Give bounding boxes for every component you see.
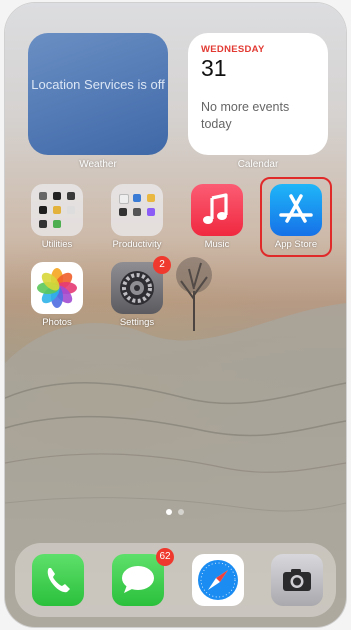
calendar-weekday: WEDNESDAY xyxy=(201,44,265,55)
notification-badge: 62 xyxy=(156,548,174,566)
calendar-widget[interactable]: WEDNESDAY 31 No more events today xyxy=(188,33,328,155)
safari-compass-icon[interactable] xyxy=(192,554,244,606)
calendar-date: 31 xyxy=(201,55,227,81)
app-label: Music xyxy=(204,239,230,250)
app-productivity[interactable]: Productivity xyxy=(107,184,167,250)
messages-icon[interactable]: 62 xyxy=(112,548,174,606)
camera-icon[interactable] xyxy=(271,554,323,606)
weather-message: Location Services is off xyxy=(31,77,165,92)
page-dot xyxy=(178,509,184,515)
calendar-events: No more events today xyxy=(201,100,290,131)
phone-icon[interactable] xyxy=(32,554,84,606)
wallpaper-tree xyxy=(176,257,212,331)
weather-widget[interactable]: Location Services is off xyxy=(28,33,168,155)
notification-badge: 2 xyxy=(153,256,171,274)
app-label: Utilities xyxy=(41,239,73,250)
page-indicator[interactable] xyxy=(166,509,190,517)
folder-icon xyxy=(31,184,83,236)
app-music[interactable]: Music xyxy=(187,184,247,250)
calendar-widget-label: Calendar xyxy=(237,159,279,170)
page-dot-active xyxy=(166,509,172,515)
app-utilities[interactable]: Utilities xyxy=(27,184,87,250)
app-label: Settings xyxy=(119,317,155,328)
dock: 62 xyxy=(15,543,336,617)
music-note-icon xyxy=(191,184,243,236)
app-store-highlight xyxy=(260,177,332,257)
app-label: Photos xyxy=(42,317,72,328)
app-photos[interactable]: Photos xyxy=(27,262,87,328)
weather-widget-label: Weather xyxy=(79,159,117,170)
gear-icon: 2 xyxy=(111,256,171,314)
app-settings[interactable]: 2 Settings xyxy=(107,256,171,328)
home-screen: Location Services is off Weather WEDNESD… xyxy=(5,3,346,627)
app-label: Productivity xyxy=(112,239,162,250)
folder-icon xyxy=(111,184,163,236)
photos-flower-icon xyxy=(31,262,83,314)
